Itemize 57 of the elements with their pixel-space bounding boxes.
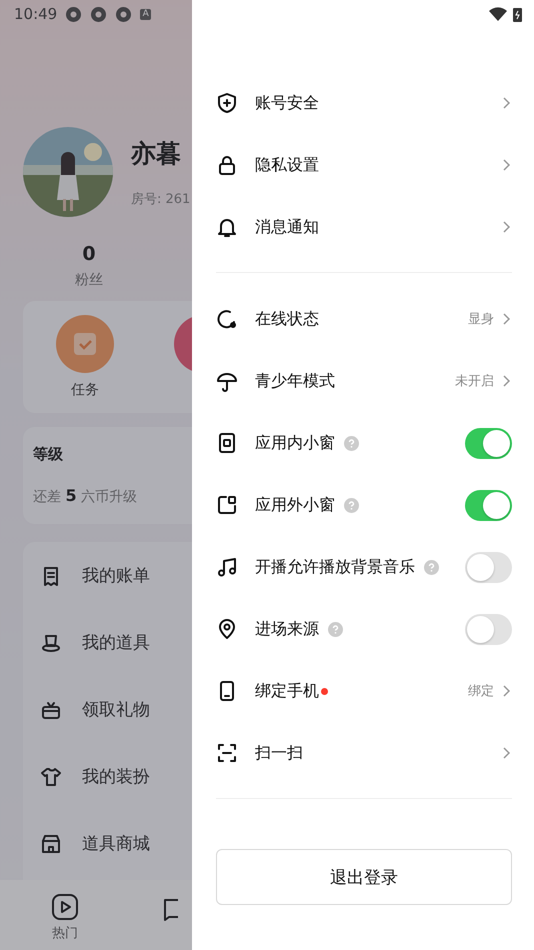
level-hint: 还差 5 六币升级 [33,486,138,506]
menu-item[interactable]: 道具商城 [82,832,150,855]
notification-icon [65,6,82,22]
wifi-icon [489,7,507,21]
task-icon[interactable] [56,315,114,373]
setting-value: 显身 [468,311,494,328]
status-badge: A [140,8,152,20]
menu-item[interactable]: 我的账单 [82,564,150,587]
menu-item[interactable]: 我的装扮 [82,765,150,788]
menu-item[interactable]: 领取礼物 [82,698,150,721]
shop-icon [40,832,62,854]
stat-value: 0 [82,243,96,265]
room-number: 房号: 261 [131,190,190,208]
setting-label[interactable]: 绑定手机 [255,680,319,702]
music-note-icon [216,556,238,578]
help-icon[interactable] [344,436,359,450]
bell-icon [216,216,238,238]
setting-label[interactable]: 青少年模式 [255,370,335,392]
toggle-switch[interactable] [465,614,512,644]
menu-item[interactable]: 我的道具 [82,631,150,654]
setting-label: 应用内小窗 [255,432,335,454]
status-time: 10:49 [14,5,58,23]
level-title: 等级 [33,445,64,464]
setting-label[interactable]: 隐私设置 [255,154,319,176]
toggle-switch[interactable] [465,490,512,520]
status-ring-icon [216,308,238,330]
small-window-icon [216,432,238,454]
setting-label: 进场来源 [255,618,319,640]
setting-label: 应用外小窗 [255,494,335,516]
logout-button[interactable]: 退出登录 [216,849,512,905]
umbrella-icon [216,370,238,392]
setting-label[interactable]: 扫一扫 [255,742,303,764]
location-pin-icon [216,618,238,640]
shirt-icon [40,766,62,788]
help-icon[interactable] [328,622,343,636]
help-icon[interactable] [424,560,439,574]
setting-label[interactable]: 账号安全 [255,92,319,114]
setting-value: 未开启 [455,373,494,390]
help-icon[interactable] [344,498,359,512]
toggle-switch[interactable] [465,552,512,582]
lock-icon [216,154,238,176]
setting-value: 绑定 [468,683,494,700]
play-icon [50,892,80,922]
stat-label: 粉丝 [75,271,103,289]
toggle-switch[interactable] [465,428,512,458]
scan-icon [216,742,238,764]
shortcut-label[interactable]: 任务 [71,381,99,399]
setting-label[interactable]: 在线状态 [255,308,319,330]
notification-icon [90,6,108,22]
setting-label: 开播允许播放背景音乐 [255,556,415,578]
setting-label[interactable]: 消息通知 [255,216,319,238]
nav-tab[interactable]: 热门 [50,880,80,950]
user-name: 亦暮 [131,138,182,170]
shield-icon [216,92,238,114]
floating-window-icon [216,494,238,516]
notification-icon [115,6,132,22]
battery-icon [513,6,522,22]
